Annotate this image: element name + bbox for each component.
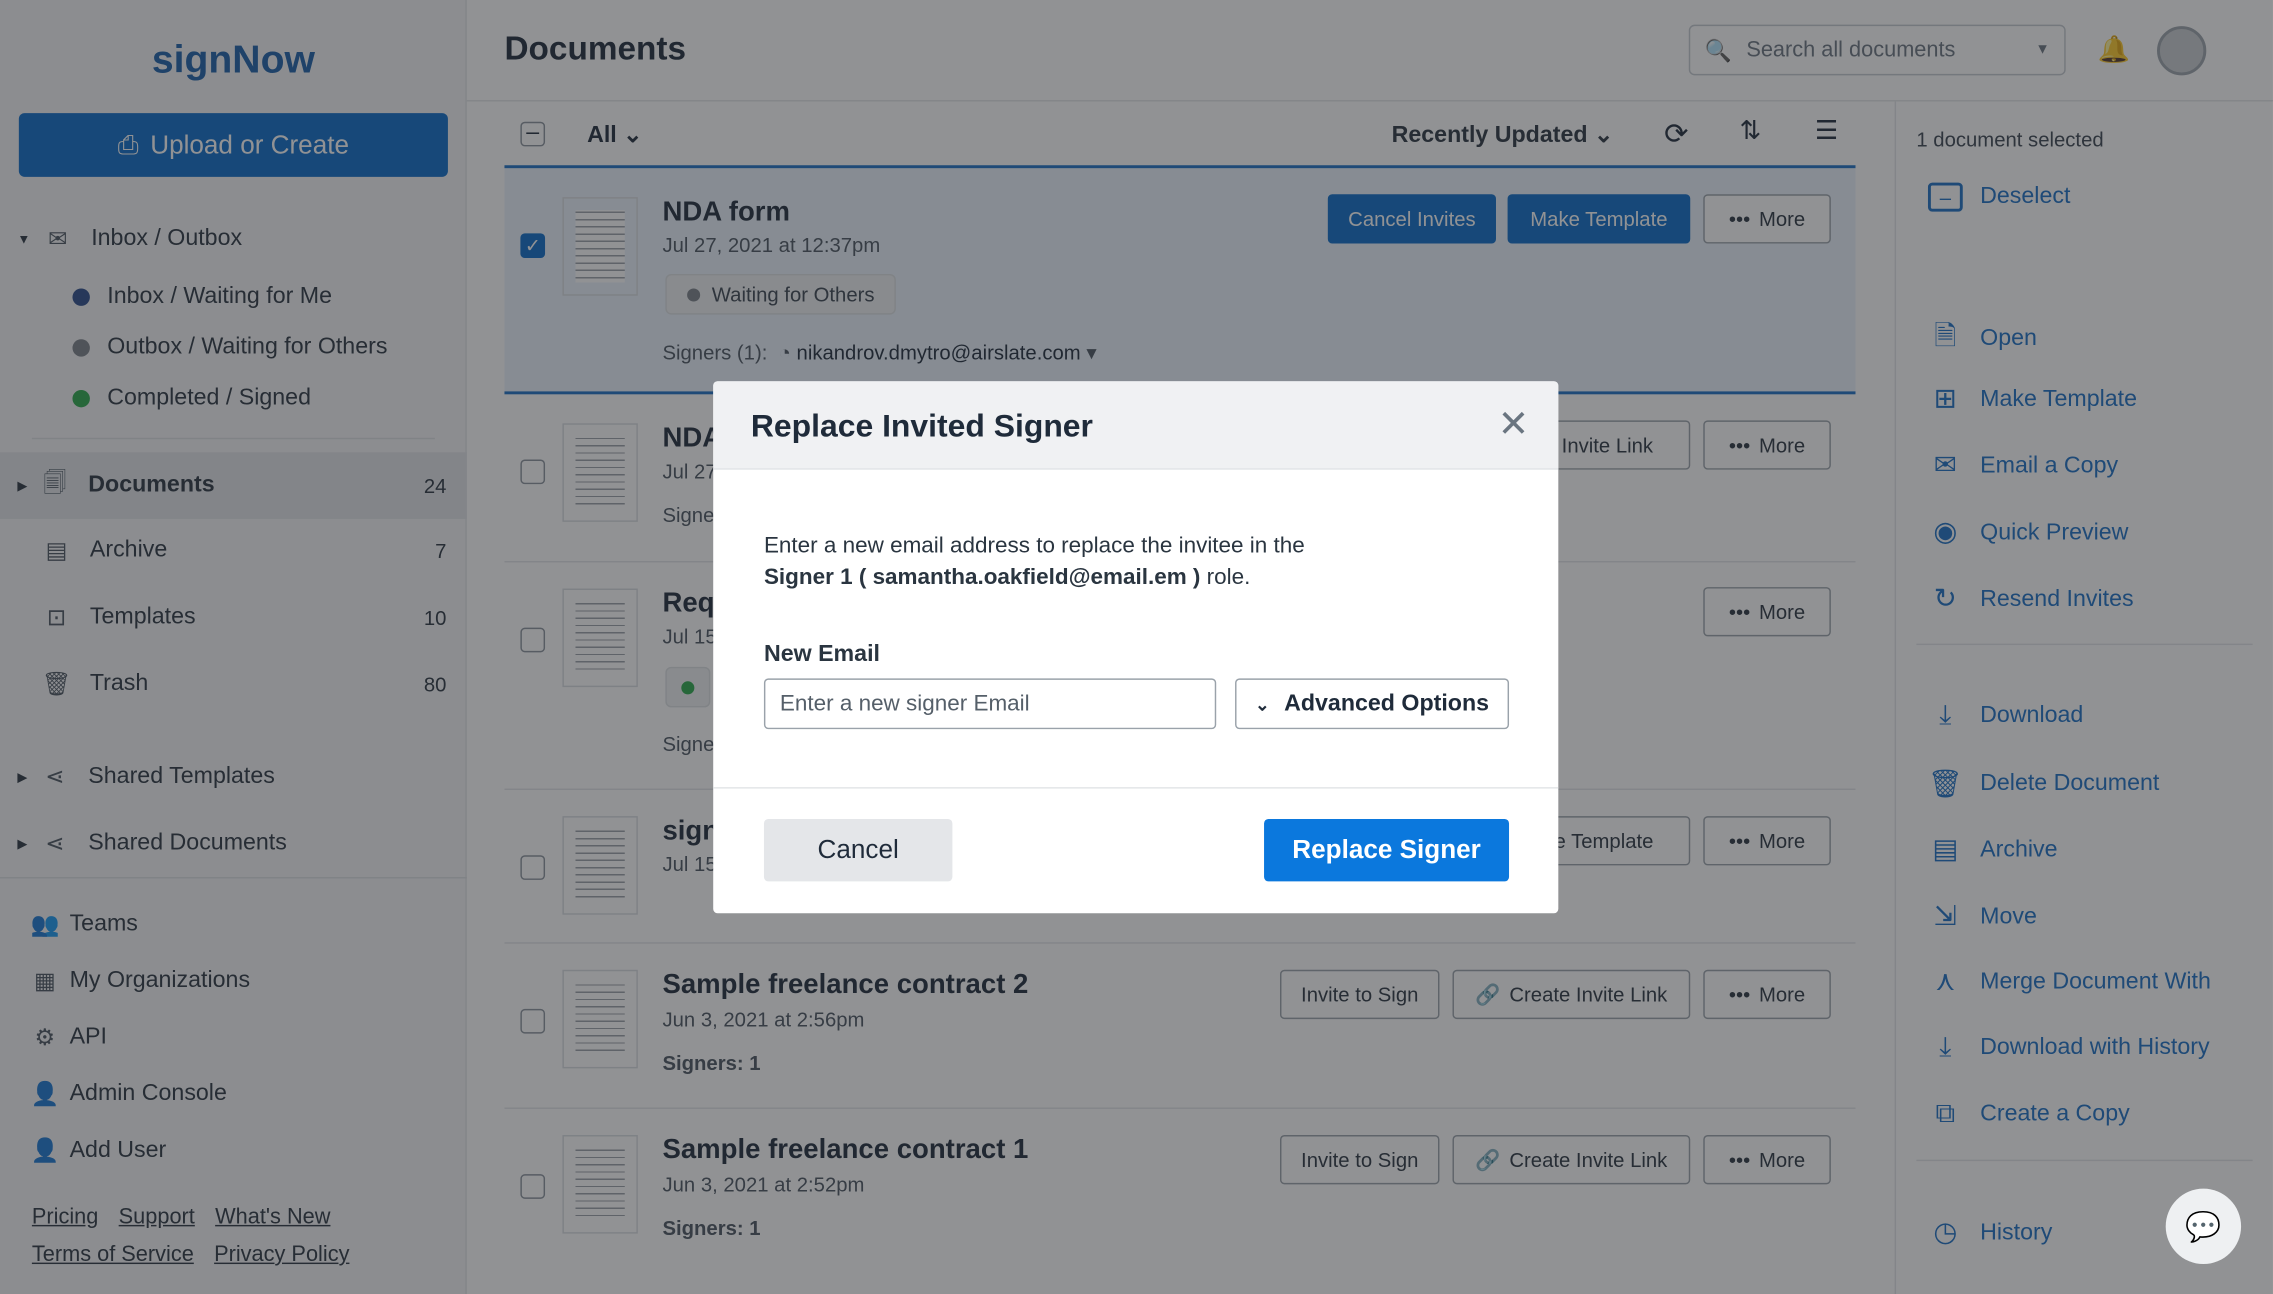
dialog-title: Replace Invited Signer	[750, 407, 1093, 444]
new-email-label: New Email	[763, 642, 880, 667]
replace-signer-dialog: Replace Invited Signer ✕ Enter a new emai…	[713, 381, 1559, 914]
replace-signer-button[interactable]: Replace Signer	[1264, 819, 1510, 882]
chevron-down-icon: ⌄	[1255, 693, 1270, 714]
chat-icon[interactable]: 💬	[2165, 1188, 2242, 1265]
cancel-button[interactable]: Cancel	[763, 819, 953, 882]
dialog-description: Enter a new email address to replace the…	[763, 533, 1305, 590]
advanced-options-button[interactable]: ⌄ Advanced Options	[1235, 678, 1510, 730]
new-email-input[interactable]: Enter a new signer Email	[763, 678, 1217, 730]
close-icon[interactable]: ✕	[1498, 402, 1530, 447]
